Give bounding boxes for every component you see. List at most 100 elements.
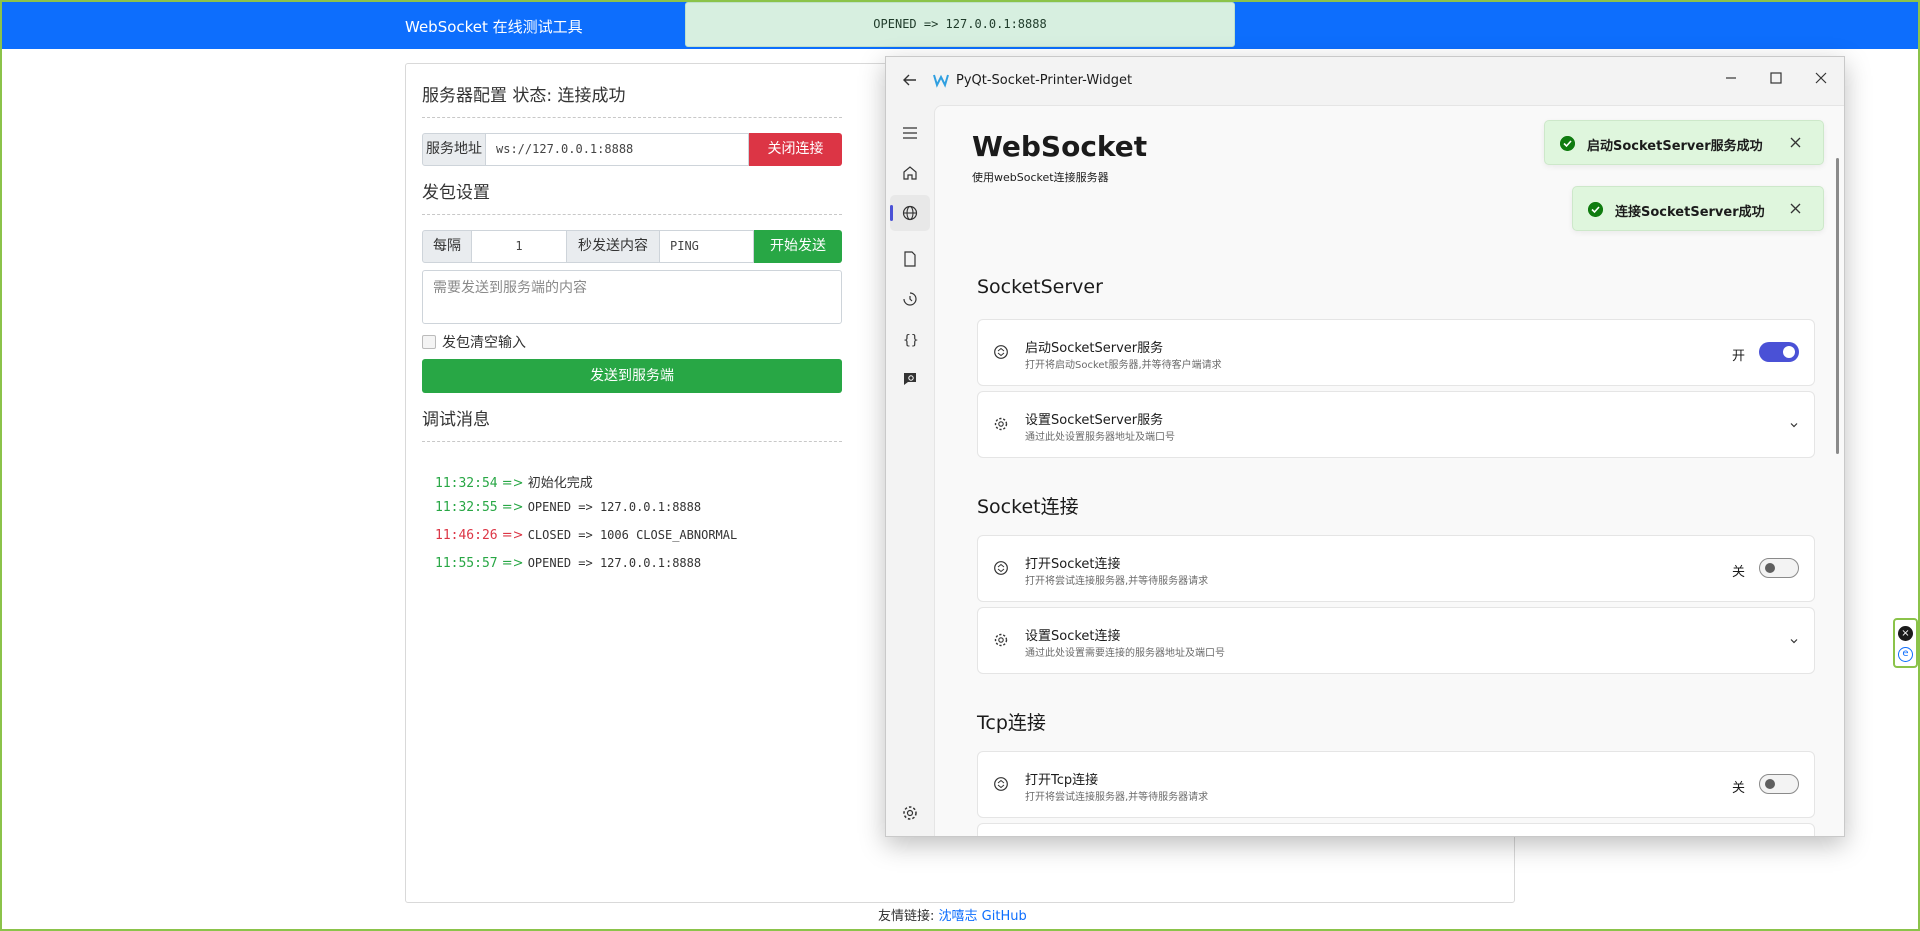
- card-title: 启动SocketServer服务: [1025, 341, 1164, 356]
- document-icon: [904, 251, 916, 267]
- group-title-tcp: Tcp连接: [977, 712, 1046, 734]
- toast-message: 连接SocketServer成功: [1615, 205, 1765, 220]
- log-arrow: =>: [501, 500, 524, 515]
- setting-card-socket-config[interactable]: 设置Socket连接 通过此处设置需要连接的服务器地址及端口号: [977, 607, 1815, 674]
- nav-document[interactable]: [890, 241, 930, 277]
- divider: [422, 117, 842, 118]
- log-arrow: =>: [501, 476, 524, 491]
- log-arrow: =>: [501, 556, 524, 571]
- log-entry: 11:55:57 => OPENED => 127.0.0.1:8888: [435, 556, 701, 571]
- toggle-state-label: 关: [1732, 781, 1746, 796]
- home-icon: [903, 166, 917, 180]
- packet-settings-title: 发包设置: [422, 183, 490, 203]
- toggle-state-label: 开: [1732, 349, 1746, 364]
- divider: [422, 214, 842, 215]
- start-server-toggle[interactable]: [1759, 342, 1799, 362]
- nav-history[interactable]: [890, 281, 930, 317]
- open-socket-toggle[interactable]: [1759, 558, 1799, 578]
- chevron-down-icon[interactable]: [1788, 419, 1800, 431]
- card-subtitle: 打开将尝试连接服务器,并等待服务器请求: [1025, 792, 1209, 803]
- setting-card-partial[interactable]: [977, 823, 1815, 836]
- toast-server-started: 启动SocketServer服务成功: [1544, 120, 1824, 165]
- gear-icon: [994, 417, 1008, 431]
- log-time: 11:46:26: [435, 528, 498, 543]
- send-to-server-button[interactable]: 发送到服务端: [422, 359, 842, 393]
- log-entry: 11:46:26 => CLOSED => 1006 CLOSE_ABNORMA…: [435, 528, 737, 543]
- active-indicator: [890, 205, 893, 221]
- app-logo-icon: [933, 74, 949, 88]
- navbar-brand[interactable]: WebSocket 在线测试工具: [405, 16, 583, 37]
- minimize-icon[interactable]: [1713, 63, 1749, 93]
- sync-icon: [994, 561, 1008, 575]
- group-title-socket: Socket连接: [977, 496, 1079, 518]
- start-sending-button[interactable]: 开始发送: [754, 230, 842, 263]
- nav-chat-search[interactable]: [890, 361, 930, 397]
- nav-settings[interactable]: [890, 795, 930, 831]
- interval-input[interactable]: 1: [471, 230, 567, 263]
- chevron-down-icon[interactable]: [1788, 635, 1800, 647]
- address-label: 服务地址: [422, 133, 486, 166]
- back-arrow-icon[interactable]: [900, 70, 920, 90]
- toggle-state-label: 关: [1732, 565, 1746, 580]
- log-arrow: =>: [501, 528, 524, 543]
- card-subtitle: 打开将启动Socket服务器,并等待客户端请求: [1025, 360, 1222, 371]
- vertical-scrollbar[interactable]: [1836, 158, 1839, 454]
- log-message: 初始化完成: [527, 476, 593, 491]
- toast-server-connected: 连接SocketServer成功: [1572, 186, 1824, 231]
- github-link[interactable]: 沈嘻志 GitHub: [939, 909, 1027, 924]
- close-icon[interactable]: [1803, 63, 1839, 93]
- nav-json[interactable]: {}: [890, 321, 930, 357]
- toggle-knob: [1765, 779, 1775, 789]
- nav-menu[interactable]: [890, 115, 930, 151]
- page-title: WebSocket: [972, 130, 1148, 163]
- maximize-icon[interactable]: [1758, 63, 1794, 93]
- clear-input-checkbox[interactable]: [422, 335, 436, 349]
- card-title: 设置SocketServer服务: [1025, 413, 1164, 428]
- log-time: 11:55:57: [435, 556, 498, 571]
- log-entry: 11:32:54 => 初始化完成: [435, 472, 593, 491]
- close-circle-icon[interactable]: ×: [1898, 626, 1913, 641]
- setting-card-server-config[interactable]: 设置SocketServer服务 通过此处设置服务器地址及端口号: [977, 391, 1815, 458]
- card-title: 打开Socket连接: [1025, 557, 1121, 572]
- close-connection-button[interactable]: 关闭连接: [749, 133, 842, 166]
- nav-home[interactable]: [890, 155, 930, 191]
- open-tcp-toggle[interactable]: [1759, 774, 1799, 794]
- group-title-socketserver: SocketServer: [977, 276, 1103, 298]
- log-message: OPENED => 127.0.0.1:8888: [527, 556, 702, 570]
- success-check-icon: [1588, 202, 1603, 217]
- gear-icon: [994, 633, 1008, 647]
- edge-icon[interactable]: e: [1898, 647, 1913, 662]
- clear-input-label[interactable]: 发包清空输入: [442, 332, 526, 352]
- log-time: 11:32:55: [435, 500, 498, 515]
- globe-icon: [902, 205, 918, 221]
- setting-card-open-socket[interactable]: 打开Socket连接 打开将尝试连接服务器,并等待服务器请求 关: [977, 535, 1815, 602]
- navigation-rail: {}: [886, 105, 934, 836]
- card-title: 打开Tcp连接: [1025, 773, 1099, 788]
- setting-card-open-tcp[interactable]: 打开Tcp连接 打开将尝试连接服务器,并等待服务器请求 关: [977, 751, 1815, 818]
- packet-content-input[interactable]: PING: [659, 230, 754, 263]
- server-address-input[interactable]: ws://127.0.0.1:8888: [485, 133, 749, 166]
- footer: 友情链接: 沈嘻志 GitHub: [878, 905, 1027, 924]
- toast-close-icon[interactable]: [1788, 201, 1803, 216]
- page-subtitle: 使用webSocket连接服务器: [972, 171, 1109, 184]
- nav-websocket[interactable]: [890, 195, 930, 231]
- connection-alert-banner: OPENED => 127.0.0.1:8888: [685, 2, 1235, 47]
- log-time: 11:32:54: [435, 476, 498, 491]
- toggle-knob: [1765, 563, 1775, 573]
- floating-extension-widget[interactable]: × e: [1893, 618, 1918, 668]
- setting-card-start-server[interactable]: 启动SocketServer服务 打开将启动Socket服务器,并等待客户端请求…: [977, 319, 1815, 386]
- chat-search-icon: [904, 373, 916, 385]
- card-subtitle: 通过此处设置服务器地址及端口号: [1025, 432, 1175, 443]
- toast-close-icon[interactable]: [1788, 135, 1803, 150]
- settings-gear-icon: [903, 806, 917, 820]
- svg-text:{}: {}: [903, 333, 919, 348]
- hamburger-icon: [903, 127, 917, 139]
- seconds-send-label: 秒发送内容: [566, 230, 660, 263]
- sync-icon: [994, 777, 1008, 791]
- app-window: PyQt-Socket-Printer-Widget {} WebSocket …: [885, 56, 1845, 837]
- interval-every-label: 每隔: [422, 230, 472, 263]
- server-config-title: 服务器配置 状态: 连接成功: [422, 86, 626, 106]
- websocket-page: WebSocket 使用webSocket连接服务器 启动SocketServe…: [934, 105, 1844, 836]
- message-textarea[interactable]: 需要发送到服务端的内容: [422, 270, 842, 324]
- history-icon: [903, 292, 917, 306]
